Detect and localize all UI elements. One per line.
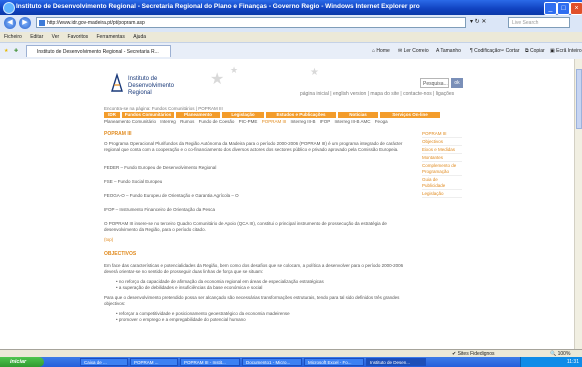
rightnav-item[interactable]: Objectivos	[422, 139, 462, 146]
page-favicon-icon	[39, 20, 45, 26]
top-link[interactable]: (top)	[104, 237, 113, 243]
read-mail-button[interactable]: ✉ Ler Correio	[398, 46, 429, 56]
decorative-star-icon: ★	[310, 67, 319, 78]
address-bar[interactable]: http://www.idr.gov-madeira.pt/pt/popram.…	[36, 17, 466, 28]
idr-logo-icon	[111, 73, 123, 92]
transform-paragraph: Para que o desenvolvimento pretendido po…	[104, 295, 400, 306]
favorites-star-icon[interactable]: ★	[4, 46, 8, 56]
nav-planeamento[interactable]: Planeamento	[176, 112, 220, 118]
fund-item: IFOP – Instrumento Financeiro de Orienta…	[104, 207, 215, 212]
taskbar-item[interactable]: POPRAM ...	[130, 358, 178, 366]
subnav-item[interactable]: Fundo de Coesão	[199, 119, 235, 124]
window-title: Instituto de Desenvolvimento Regional - …	[16, 3, 420, 10]
site-logo[interactable]: Instituto de Desenvolvimento Regional	[110, 73, 190, 103]
breadcrumb: Encontra-se na página: Fundos Comunitári…	[104, 106, 223, 111]
intro-paragraph: O Programa Operacional Plurifundos da Re…	[104, 141, 403, 152]
copy-button[interactable]: ⧉ Copiar	[525, 46, 545, 56]
logo-text: Instituto de Desenvolvimento Regional	[128, 76, 175, 96]
tab-toolbar-row: ★ ✚ Instituto de Desenvolvimento Regiona…	[0, 42, 582, 60]
start-button[interactable]: iniciar	[0, 357, 44, 367]
decorative-star-icon: ★	[230, 65, 239, 75]
top-links[interactable]: página inicial | english version | mapa …	[300, 91, 454, 97]
taskbar-item[interactable]: Microsoft Excel - Fo...	[304, 358, 364, 366]
subnav-item-active[interactable]: POPRAM III	[262, 119, 287, 124]
page-title: POPRAM III	[104, 131, 132, 137]
rightnav-item[interactable]: Legislação	[422, 191, 462, 198]
rightnav-item[interactable]: Complemento de Programação	[422, 163, 462, 176]
sub-nav: Planeamento Comunitário Interreg Rumos F…	[104, 119, 391, 124]
address-row: ◀ ▶ http://www.idr.gov-madeira.pt/pt/pop…	[0, 15, 582, 33]
add-favorite-icon[interactable]: ✚	[14, 46, 18, 56]
forward-button[interactable]: ▶	[19, 17, 31, 29]
taskbar-item[interactable]: Caixa de ...	[80, 358, 128, 366]
menu-favoritos[interactable]: Favoritos	[68, 34, 89, 40]
scrollbar-thumb[interactable]	[576, 69, 582, 129]
address-url: http://www.idr.gov-madeira.pt/pt/popram.…	[47, 20, 145, 26]
subnav-item[interactable]: Rumos	[180, 119, 194, 124]
fund-item: FEDER – Fundo Europeu de Desenvolvimento…	[104, 165, 217, 170]
fund-item: FEOGA-O – Fundo Europeu de Orientação e …	[104, 193, 239, 198]
back-button[interactable]: ◀	[4, 17, 16, 29]
nav-servicos[interactable]: Serviços On-line	[380, 112, 440, 118]
subnav-item[interactable]: PIC-PME	[239, 119, 258, 124]
clock: 11:31	[566, 359, 579, 365]
menu-bar: Ficheiro Editar Ver Favoritos Ferramenta…	[0, 32, 582, 42]
rightnav-item[interactable]: Guia de Publicidade	[422, 177, 462, 190]
site-container: Instituto de Desenvolvimento Regional ★ ★…	[100, 59, 463, 349]
nav-legislacao[interactable]: Legislação	[222, 112, 264, 118]
rightnav-item[interactable]: POPRAM III	[422, 131, 462, 138]
nav-idr[interactable]: IDR	[104, 112, 120, 118]
menu-ficheiro[interactable]: Ficheiro	[4, 34, 22, 40]
live-search-input[interactable]: Live Search	[508, 17, 570, 28]
bullet-item: • a superação de debilidades e insuficiê…	[116, 285, 263, 290]
section-heading: OBJECTIVOS	[104, 251, 137, 257]
maximize-button[interactable]: □	[557, 2, 570, 15]
menu-ver[interactable]: Ver	[52, 34, 60, 40]
subnav-item[interactable]: IFOP	[320, 119, 331, 124]
minimize-button[interactable]: _	[544, 2, 557, 15]
system-tray: 11:31	[520, 357, 582, 367]
encoding-button[interactable]: ¶ Codificação	[470, 46, 500, 56]
menu-ajuda[interactable]: Ajuda	[133, 34, 146, 40]
size-button[interactable]: A Tamanho	[436, 46, 461, 56]
browser-tab[interactable]: Instituto de Desenvolvimento Regional - …	[26, 45, 171, 57]
fullscreen-button[interactable]: ▣ Ecrã Inteiro	[550, 46, 582, 56]
qca-paragraph: O POPRAM III insere-se no terceiro Quadr…	[104, 221, 387, 232]
rightnav-item[interactable]: Montantes	[422, 155, 462, 162]
bullet-item: • promover o emprego e a empregabilidade…	[116, 317, 246, 322]
nav-fundos[interactable]: Fundos Comunitários	[122, 112, 174, 118]
menu-ferramentas[interactable]: Ferramentas	[97, 34, 125, 40]
home-button[interactable]: ⌂ Home	[372, 46, 390, 56]
fund-item: FSE – Fundo Social Europeu	[104, 179, 163, 184]
rightnav-item[interactable]: Eixos e Medidas	[422, 147, 462, 154]
close-button[interactable]: ×	[570, 2, 582, 15]
taskbar-item[interactable]: POPRAM III - Instit...	[180, 358, 240, 366]
refresh-stop-icons[interactable]: ▾ ↻ ✕	[470, 17, 506, 28]
subnav-item[interactable]: Feoga	[375, 119, 388, 124]
site-search-input[interactable]: Pesquisa...	[420, 78, 449, 88]
taskbar: iniciar Caixa de ... POPRAM ... POPRAM I…	[0, 357, 582, 367]
nav-estudos[interactable]: Estudos e Publicações	[266, 112, 336, 118]
nav-noticias[interactable]: Notícias	[338, 112, 378, 118]
ie-logo-icon	[3, 2, 15, 14]
objectives-paragraph: Em face das características e potenciali…	[104, 263, 404, 274]
main-nav: IDR Fundos Comunitários Planeamento Legi…	[104, 112, 464, 118]
subnav-item[interactable]: Interreg	[160, 119, 176, 124]
menu-editar[interactable]: Editar	[30, 34, 43, 40]
taskbar-item[interactable]: Documento1 - Micro...	[242, 358, 302, 366]
subnav-item[interactable]: Interreg III-B	[290, 119, 315, 124]
window-titlebar[interactable]: Instituto de Desenvolvimento Regional - …	[0, 0, 582, 15]
subnav-item[interactable]: Interreg III-B AMC	[335, 119, 371, 124]
right-nav: POPRAM III Objectivos Eixos e Medidas Mo…	[422, 131, 462, 199]
site-search-button[interactable]: ok	[451, 78, 463, 88]
vertical-scrollbar[interactable]	[574, 59, 582, 349]
web-page[interactable]: Instituto de Desenvolvimento Regional ★ ★…	[0, 59, 574, 349]
cut-button[interactable]: ✂ Cortar	[500, 46, 520, 56]
taskbar-item-active[interactable]: Instituto de Desen...	[366, 358, 426, 366]
subnav-item[interactable]: Planeamento Comunitário	[104, 119, 156, 124]
decorative-star-icon: ★	[210, 71, 225, 88]
